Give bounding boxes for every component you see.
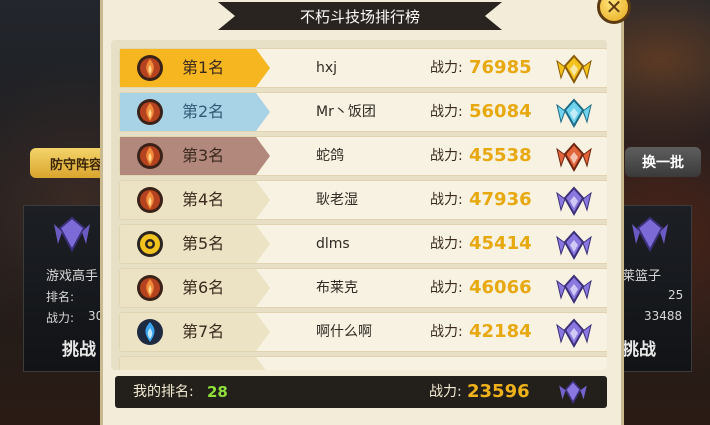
refresh-opponents-button[interactable]: 换一批 <box>625 147 701 177</box>
leaderboard-row[interactable]: 第4名 耿老湿 战力: 47936 <box>119 180 607 220</box>
leaderboard-row[interactable]: 第7名 啊什么啊 战力: 42184 <box>119 312 607 352</box>
opponent-name-left: 游戏高手 <box>46 269 99 284</box>
opponent-name-right: 莱篮子 <box>622 269 662 284</box>
rank-label: 第4名 <box>182 190 225 209</box>
player-name: hxj <box>316 60 338 76</box>
purple-emblem-icon <box>54 216 90 253</box>
leaderboard-row[interactable]: 第1名 hxj 战力: 76985 <box>119 48 607 88</box>
power-label: 战力: <box>430 236 463 252</box>
orange-wings-badge-icon <box>554 141 594 173</box>
opponent-power-right: 33488 <box>644 309 683 323</box>
gold-swirl-medal-icon <box>135 229 165 259</box>
rank-label: 第3名 <box>182 146 225 165</box>
power-value: 76985 <box>469 57 532 78</box>
fire-medal-icon <box>135 185 165 215</box>
close-icon: ✕ <box>605 0 623 19</box>
rank-label: 第7名 <box>182 322 225 341</box>
power-value: 42184 <box>469 321 532 342</box>
leaderboard-row[interactable]: 第3名 蛇鸽 战力: 45538 <box>119 136 607 176</box>
power-label: 战力: <box>430 280 463 296</box>
cyan-wings-badge-icon <box>554 97 594 129</box>
leaderboard-row[interactable]: 第2名 Mr丶饭团 战力: 56084 <box>119 92 607 132</box>
leaderboard-list[interactable]: 第1名 hxj 战力: 76985 第2名 Mr丶饭团 战力: 56084 第3名 蛇鸽 战力: 45… <box>111 40 607 370</box>
player-name: 布莱克 <box>316 280 358 296</box>
blue-flame-medal-icon <box>135 317 165 347</box>
purple-wings-badge-icon <box>554 273 594 305</box>
player-name: dlms <box>316 236 350 252</box>
rank-label: 第6名 <box>182 278 225 297</box>
purple-wings-badge-icon <box>559 380 587 405</box>
power-value: 47936 <box>469 189 532 210</box>
player-name: 蛇鸽 <box>316 148 344 164</box>
power-value: 45414 <box>469 233 532 254</box>
challenge-button-right[interactable]: 挑战 <box>622 335 656 360</box>
player-name: 啊什么啊 <box>316 324 372 340</box>
rank-label: 第2名 <box>182 102 225 121</box>
power-label: 战力: <box>430 192 463 208</box>
fire-medal-icon <box>135 273 165 303</box>
leaderboard-row-partial[interactable] <box>119 356 607 370</box>
fire-medal-icon <box>135 53 165 83</box>
my-rank-label: 我的排名: <box>133 384 194 400</box>
opponent-rank-label-left: 排名: <box>46 290 75 304</box>
purple-wings-badge-icon <box>554 185 594 217</box>
player-name: 耿老湿 <box>316 192 358 208</box>
purple-emblem-icon <box>632 216 668 253</box>
my-rank-value: 28 <box>207 383 228 401</box>
my-rank-bar: 我的排名: 28 战力: 23596 <box>115 376 607 408</box>
rank-tab <box>120 357 270 370</box>
player-name: Mr丶饭团 <box>316 104 376 120</box>
power-value: 56084 <box>469 101 532 122</box>
my-power-label: 战力: <box>429 384 462 400</box>
power-label: 战力: <box>430 60 463 76</box>
gold-wings-badge-icon <box>554 53 594 85</box>
leaderboard-row[interactable]: 第6名 布莱克 战力: 46066 <box>119 268 607 308</box>
rank-label: 第5名 <box>182 234 225 253</box>
power-value: 46066 <box>469 277 532 298</box>
leaderboard-title: 不朽斗技场排行榜 <box>218 2 502 30</box>
power-label: 战力: <box>430 104 463 120</box>
fire-medal-icon <box>135 97 165 127</box>
fire-medal-icon <box>135 141 165 171</box>
rank-label: 第1名 <box>182 58 225 77</box>
purple-wings-badge-icon <box>554 317 594 349</box>
power-label: 战力: <box>430 324 463 340</box>
power-value: 45538 <box>469 145 532 166</box>
opponent-rank-right: 25 <box>668 288 684 302</box>
leaderboard-row[interactable]: 第5名 dlms 战力: 45414 <box>119 224 607 264</box>
my-power-value: 23596 <box>467 381 530 402</box>
purple-wings-badge-icon <box>554 229 594 261</box>
power-label: 战力: <box>430 148 463 164</box>
opponent-power-label-left: 战力: <box>46 311 75 325</box>
challenge-button-left[interactable]: 挑战 <box>62 335 96 360</box>
